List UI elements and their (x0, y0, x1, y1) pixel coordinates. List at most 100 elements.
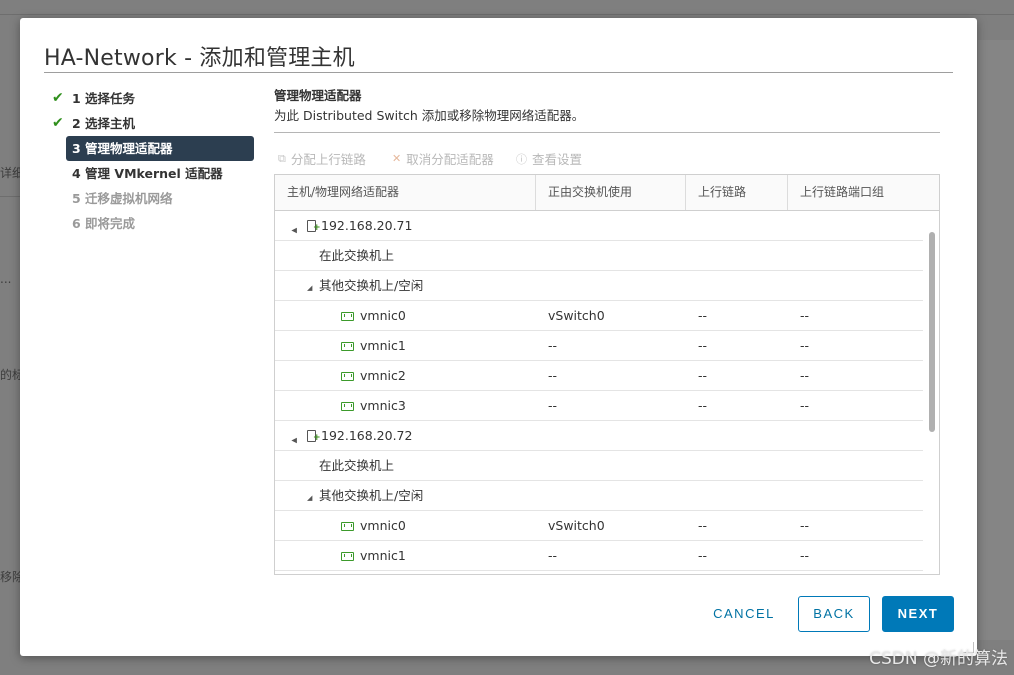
cell-in-use-by: -- (548, 368, 558, 383)
expand-caret-icon[interactable]: ◢ (307, 484, 319, 510)
row-label: vmnic0 (360, 308, 406, 323)
bg-divider (0, 14, 1014, 15)
view-settings-button[interactable]: ⓘ 查看设置 (516, 149, 582, 168)
adapter-row[interactable]: vmnic1 -- -- -- (275, 331, 923, 361)
adapter-row[interactable]: vmnic3 -- -- -- (275, 391, 923, 421)
step-label: 3 管理物理适配器 (72, 141, 173, 156)
adapter-row[interactable]: vmnic1 -- -- -- (275, 541, 923, 571)
row-label: vmnic1 (360, 548, 406, 563)
adapter-row[interactable]: vmnic0 vSwitch0 -- -- (275, 511, 923, 541)
wizard-steps: ✔ 1 选择任务 ✔ 2 选择主机 3 管理物理适配器 4 管理 VMkerne… (50, 86, 256, 236)
row-label: vmnic1 (360, 338, 406, 353)
cell-name: vmnic2 (275, 361, 536, 390)
step-manage-vmkernel-adapters[interactable]: 4 管理 VMkernel 适配器 (50, 161, 256, 186)
cell-uplink-portgroup: -- (800, 308, 810, 323)
cell-name: ◢ 其他交换机上/空闲 (275, 481, 536, 510)
grid-header: 主机/物理网络适配器 正由交换机使用 上行链路 上行链路端口组 (275, 175, 939, 211)
unassign-adapter-label: 取消分配适配器 (406, 152, 494, 167)
cell-uplink-portgroup (788, 241, 923, 270)
assign-uplink-label: 分配上行链路 (290, 152, 366, 167)
grid-scrollbar[interactable] (927, 212, 937, 572)
expand-caret-icon[interactable]: ▲ (283, 434, 306, 444)
column-header-host-adapter[interactable]: 主机/物理网络适配器 (275, 175, 536, 210)
physical-adapters-grid: 主机/物理网络适配器 正由交换机使用 上行链路 上行链路端口组 ▲ 192.168… (274, 174, 940, 575)
view-settings-label: 查看设置 (532, 152, 583, 167)
unassign-icon: ✕ (392, 152, 402, 165)
cell-uplink-portgroup (788, 271, 923, 300)
column-header-uplink-portgroup[interactable]: 上行链路端口组 (788, 175, 939, 210)
watermark: CSDN @新的算法 (869, 649, 1008, 669)
expand-caret-icon[interactable]: ▲ (283, 224, 306, 234)
cell-name: ◢ 其他交换机上/空闲 (275, 271, 536, 300)
cell-uplink: -- (698, 398, 708, 413)
row-label: 在此交换机上 (319, 248, 395, 263)
cell-in-use-by (536, 211, 686, 240)
host-row[interactable]: ▲ 192.168.20.71 (275, 211, 923, 241)
step-content: 管理物理适配器 为此 Distributed Switch 添加或移除物理网络适… (274, 86, 940, 171)
cell-uplink-portgroup (788, 211, 923, 240)
cell-uplink: -- (698, 308, 708, 323)
scroll-thumb[interactable] (929, 232, 935, 432)
cell-in-use-by: vSwitch0 (548, 518, 605, 533)
cell-uplink-portgroup (788, 421, 923, 450)
step-select-task[interactable]: ✔ 1 选择任务 (50, 86, 256, 111)
cell-uplink (686, 451, 788, 480)
bg-divider (0, 196, 20, 197)
step-select-hosts[interactable]: ✔ 2 选择主机 (50, 111, 256, 136)
cell-in-use-by: -- (548, 398, 558, 413)
cancel-button[interactable]: CANCEL (704, 596, 784, 632)
adapter-row[interactable]: vmnic0 vSwitch0 -- -- (275, 301, 923, 331)
dialog-title: HA-Network - 添加和管理主机 (44, 46, 355, 71)
adapter-row[interactable]: vmnic2 -- -- -- (275, 361, 923, 391)
cell-name: vmnic3 (275, 391, 536, 420)
group-row[interactable]: ◢ 其他交换机上/空闲 (275, 271, 923, 301)
cell-in-use-by (536, 421, 686, 450)
cell-uplink (686, 421, 788, 450)
step-label: 2 选择主机 (72, 116, 136, 131)
bg-right-panel (978, 40, 1014, 640)
group-row[interactable]: 在此交换机上 (275, 451, 923, 481)
cell-uplink: -- (698, 368, 708, 383)
assign-uplink-button[interactable]: ⧉ 分配上行链路 (278, 149, 366, 168)
network-adapter-icon (341, 402, 354, 411)
next-button[interactable]: NEXT (882, 596, 954, 632)
group-row[interactable]: 在此交换机上 (275, 241, 923, 271)
cell-name: ▲ 192.168.20.72 (275, 421, 536, 450)
column-header-uplink[interactable]: 上行链路 (686, 175, 788, 210)
cell-in-use-by: -- (548, 548, 558, 563)
cell-in-use-by (536, 271, 686, 300)
group-row[interactable]: ◢ 其他交换机上/空闲 (275, 481, 923, 511)
cell-in-use-by: -- (548, 338, 558, 353)
back-button[interactable]: BACK (798, 596, 870, 632)
step-manage-physical-adapters[interactable]: 3 管理物理适配器 (66, 136, 254, 161)
column-header-in-use-by[interactable]: 正由交换机使用 (536, 175, 686, 210)
row-label: vmnic2 (360, 368, 406, 383)
network-adapter-icon (341, 372, 354, 381)
host-icon (307, 214, 321, 240)
row-label: vmnic3 (360, 398, 406, 413)
cell-uplink: -- (698, 518, 708, 533)
step-label: 4 管理 VMkernel 适配器 (72, 166, 223, 181)
step-label: 5 迁移虚拟机网络 (72, 191, 173, 206)
row-label: 其他交换机上/空闲 (319, 278, 424, 293)
checkmark-icon: ✔ (52, 115, 64, 131)
row-label: 在此交换机上 (319, 458, 395, 473)
row-label: 其他交换机上/空闲 (319, 488, 424, 503)
cell-uplink (686, 481, 788, 510)
step-migrate-vm-networking: 5 迁移虚拟机网络 (50, 186, 256, 211)
cell-name: vmnic0 (275, 511, 536, 540)
network-adapter-icon (341, 342, 354, 351)
unassign-adapter-button[interactable]: ✕ 取消分配适配器 (392, 149, 494, 168)
cell-name: ▲ 192.168.20.71 (275, 211, 536, 240)
cell-name: vmnic1 (275, 331, 536, 360)
cell-uplink-portgroup: -- (800, 338, 810, 353)
cell-uplink (686, 271, 788, 300)
expand-caret-icon[interactable]: ◢ (307, 274, 319, 300)
bg-fragment: ... (0, 272, 12, 286)
cell-uplink: -- (698, 338, 708, 353)
cell-uplink (686, 211, 788, 240)
cell-name: 在此交换机上 (275, 241, 536, 270)
assign-uplink-icon: ⧉ (278, 151, 286, 165)
cell-name: 在此交换机上 (275, 451, 536, 480)
host-row[interactable]: ▲ 192.168.20.72 (275, 421, 923, 451)
